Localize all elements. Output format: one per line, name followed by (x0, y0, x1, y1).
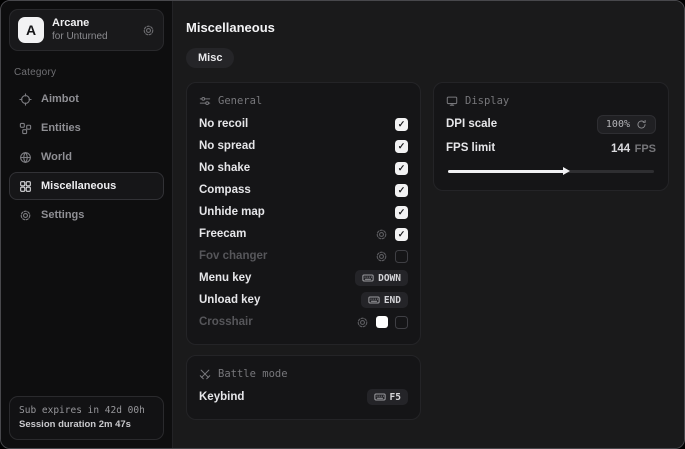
sub-expires-text: Sub expires in 42d 00h (19, 404, 154, 418)
keybind-button[interactable]: F5 (367, 389, 408, 405)
setting-label: DPI scale (446, 118, 497, 130)
checkbox[interactable]: ✓ (395, 118, 408, 131)
setting-label: Compass (199, 184, 251, 196)
main-panel: Miscellaneous Misc General No recoil✓No … (173, 1, 684, 448)
checkbox[interactable] (395, 316, 408, 329)
sidebar-item-label: Aimbot (41, 93, 79, 105)
fps-limit-unit: FPS (635, 143, 656, 155)
sidebar-item-entities[interactable]: Entities (9, 114, 164, 142)
checkbox[interactable]: ✓ (395, 140, 408, 153)
display-card-header: Display (446, 95, 656, 107)
battle-card-header: Battle mode (199, 368, 408, 380)
sliders-icon (199, 95, 211, 107)
fps-limit-slider[interactable] (448, 165, 654, 177)
keyboard-icon (374, 391, 386, 403)
reset-icon[interactable] (636, 119, 647, 130)
setting-row: Freecam ✓ (199, 223, 408, 245)
setting-label: Freecam (199, 228, 246, 240)
setting-label: No shake (199, 162, 250, 174)
brand-card: A Arcane for Unturned (9, 9, 164, 51)
monitor-icon (446, 95, 458, 107)
setting-row: Menu key DOWN (199, 267, 408, 289)
keyboard-icon (362, 272, 374, 284)
keybind-value: F5 (390, 392, 401, 403)
page-title: Miscellaneous (186, 20, 669, 35)
crosshair-icon (19, 93, 32, 106)
dpi-scale-row: DPI scale 100% (446, 113, 656, 135)
subscription-status-box: Sub expires in 42d 00h Session duration … (9, 396, 164, 441)
slider-thumb[interactable] (563, 167, 570, 175)
display-card-title: Display (465, 95, 509, 107)
general-card: General No recoil✓No spread✓No shake✓Com… (186, 82, 421, 345)
app-window: A Arcane for Unturned Category Aimbot Ent… (0, 0, 685, 449)
sidebar-item-aimbot[interactable]: Aimbot (9, 85, 164, 113)
gear-icon[interactable] (142, 24, 155, 37)
keyboard-icon (368, 294, 380, 306)
setting-row: Unload key END (199, 289, 408, 311)
gear-icon (19, 209, 32, 222)
brand-name: Arcane (52, 17, 134, 31)
sidebar-item-miscellaneous[interactable]: Miscellaneous (9, 172, 164, 200)
setting-row: Unhide map ✓ (199, 201, 408, 223)
keybind-row: Keybind F5 (199, 386, 408, 408)
setting-label: FPS limit (446, 142, 495, 154)
session-duration-text: Session duration 2m 47s (19, 418, 154, 432)
setting-row: No shake ✓ (199, 157, 408, 179)
color-swatch[interactable] (376, 316, 388, 328)
setting-row: Compass ✓ (199, 179, 408, 201)
brand-text: Arcane for Unturned (52, 17, 134, 43)
checkbox[interactable]: ✓ (395, 228, 408, 241)
fps-limit-row: FPS limit 144 FPS (446, 137, 656, 159)
gear-icon[interactable] (356, 316, 369, 329)
setting-label: No recoil (199, 118, 248, 130)
battle-card-title: Battle mode (218, 368, 288, 380)
brand-subtitle: for Unturned (52, 31, 134, 44)
gear-icon[interactable] (375, 228, 388, 241)
globe-icon (19, 151, 32, 164)
swords-icon (199, 368, 211, 380)
battle-mode-card: Battle mode Keybind F5 (186, 355, 421, 420)
setting-label: Unload key (199, 294, 260, 306)
fps-limit-value: 144 (611, 143, 630, 155)
sidebar-item-label: World (41, 151, 72, 163)
setting-row: No recoil ✓ (199, 113, 408, 135)
keybind-button[interactable]: DOWN (355, 270, 408, 286)
checkbox[interactable] (395, 250, 408, 263)
tab-bar: Misc (186, 48, 669, 68)
sidebar: A Arcane for Unturned Category Aimbot Ent… (1, 1, 173, 448)
setting-label: Fov changer (199, 250, 267, 262)
setting-label: Crosshair (199, 316, 253, 328)
display-card: Display DPI scale 100% FPS limit 144 (433, 82, 669, 191)
slider-fill (448, 170, 565, 173)
setting-label: Menu key (199, 272, 251, 284)
category-label: Category (14, 67, 159, 78)
setting-label: Unhide map (199, 206, 265, 218)
sidebar-item-label: Settings (41, 209, 84, 221)
setting-label: Keybind (199, 391, 244, 403)
brand-logo: A (18, 17, 44, 43)
checkbox[interactable]: ✓ (395, 206, 408, 219)
dpi-scale-value: 100% (606, 119, 630, 130)
setting-label: No spread (199, 140, 255, 152)
setting-row: No spread ✓ (199, 135, 408, 157)
grid-icon (19, 180, 32, 193)
sidebar-item-settings[interactable]: Settings (9, 201, 164, 229)
keybind-value: DOWN (378, 273, 401, 284)
sidebar-item-label: Entities (41, 122, 81, 134)
sidebar-item-world[interactable]: World (9, 143, 164, 171)
checkbox[interactable]: ✓ (395, 162, 408, 175)
checkbox[interactable]: ✓ (395, 184, 408, 197)
setting-row: Crosshair (199, 311, 408, 333)
sidebar-item-label: Miscellaneous (41, 180, 116, 192)
general-card-header: General (199, 95, 408, 107)
tab-misc[interactable]: Misc (186, 48, 234, 68)
keybind-value: END (384, 295, 401, 306)
setting-row: Fov changer (199, 245, 408, 267)
keybind-button[interactable]: END (361, 292, 408, 308)
sidebar-nav: Aimbot Entities World Miscellaneous Settings (9, 85, 164, 229)
dpi-scale-input[interactable]: 100% (597, 115, 656, 134)
gear-icon[interactable] (375, 250, 388, 263)
general-card-title: General (218, 95, 262, 107)
entities-boxes-icon (19, 122, 32, 135)
